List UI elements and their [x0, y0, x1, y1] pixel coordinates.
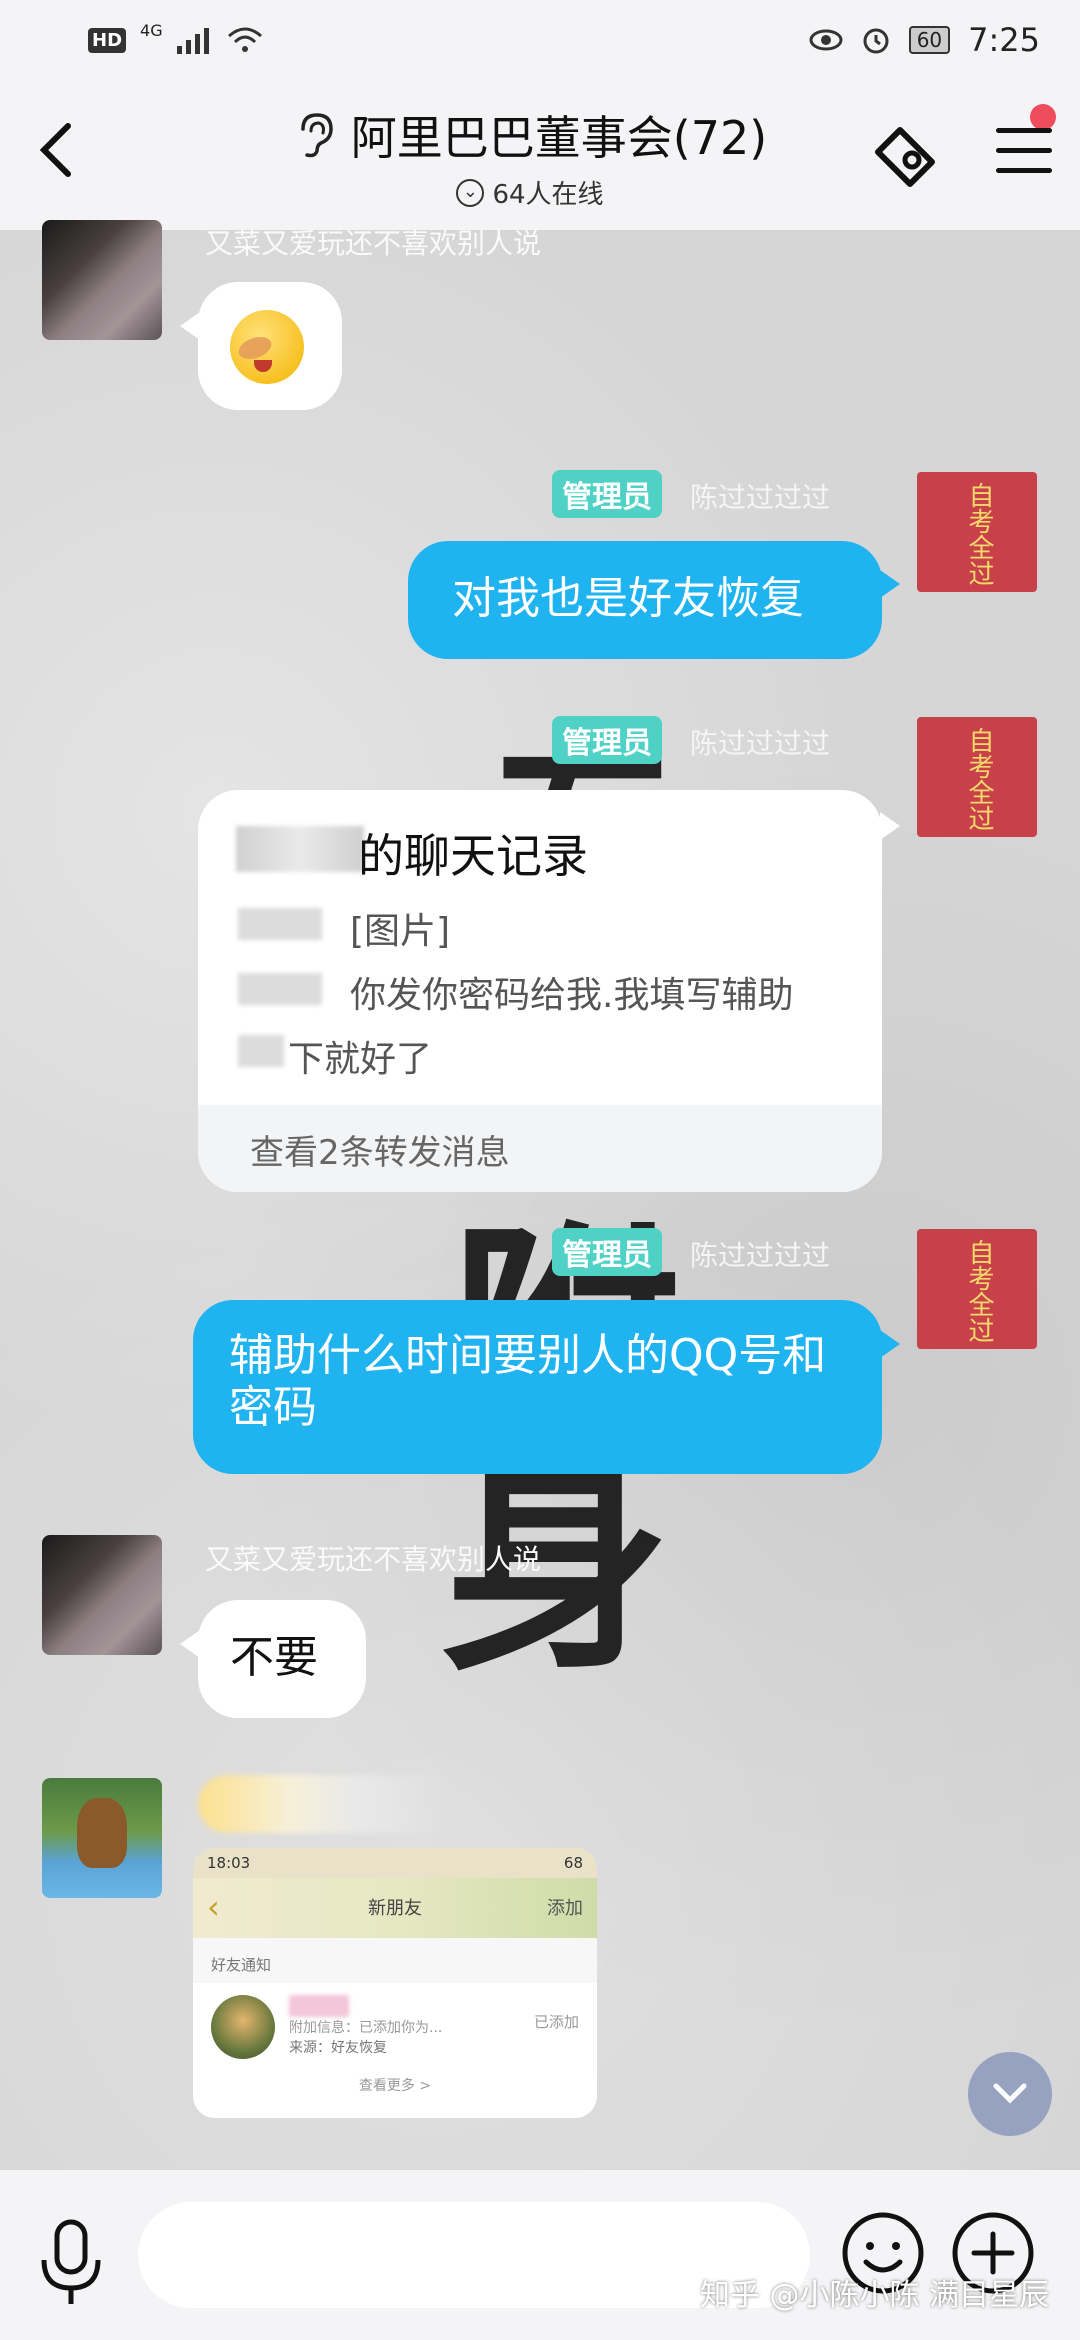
avatar[interactable]	[42, 1535, 162, 1655]
blurred-name	[238, 908, 322, 940]
online-count-row[interactable]: ⌄ 64人在线	[250, 174, 810, 211]
wifi-icon	[227, 27, 262, 52]
notification-dot	[1030, 104, 1056, 130]
record-footer[interactable]: 查看2条转发消息	[198, 1105, 882, 1192]
message-bubble[interactable]: 不要	[198, 1600, 366, 1718]
tag-icon[interactable]	[870, 122, 942, 194]
record-line: 你发你密码给我.我填写辅助	[350, 975, 794, 1016]
scroll-down-button[interactable]	[968, 2052, 1052, 2136]
blurred-name	[236, 826, 364, 872]
battery-indicator: 60	[908, 26, 951, 54]
chevron-down-icon: ⌄	[456, 178, 485, 207]
forwarded-record-card[interactable]: 的聊天记录 [图片] 你发你密码给我.我填写辅助 下就好了 查看2条转发消息	[198, 790, 882, 1192]
sender-name: 又菜又爱玩还不喜欢别人说	[205, 1543, 542, 1576]
back-arrow-icon[interactable]	[36, 120, 96, 190]
avatar[interactable]	[42, 220, 162, 340]
chevron-down-icon	[993, 2083, 1027, 2104]
screenshot-title: 新朋友	[368, 1898, 422, 1919]
eye-icon	[809, 29, 843, 51]
title-area[interactable]: 阿里巴巴董事会(72) ⌄ 64人在线	[250, 102, 810, 211]
admin-badge: 管理员	[552, 716, 662, 764]
screenshot-battery: 68	[563, 1854, 583, 1872]
admin-badge: 管理员	[552, 1228, 662, 1276]
admin-badge: 管理员	[552, 470, 662, 518]
screenshot-nav: ‹ 新朋友 添加	[193, 1878, 597, 1938]
screenshot-time: 18:03	[207, 1854, 251, 1872]
record-line: 下就好了	[288, 1039, 433, 1080]
screenshot-status: 已添加	[533, 2013, 579, 2031]
input-bar	[0, 2170, 1080, 2340]
sender-name: 陈过过过过	[690, 727, 831, 760]
message-bubble[interactable]: 对我也是好友恢复	[408, 541, 882, 659]
clock: 7:25	[968, 21, 1040, 59]
avatar[interactable]: 自考全过	[917, 1229, 1037, 1349]
record-line: [图片]	[350, 911, 451, 952]
sender-name: 陈过过过过	[690, 481, 831, 514]
bubble-tail	[880, 812, 900, 840]
microphone-icon[interactable]	[36, 2218, 106, 2308]
avatar[interactable]: 自考全过	[917, 717, 1037, 837]
hd-badge: HD	[88, 27, 127, 53]
screenshot-status-bar: 18:03 68	[193, 1848, 597, 1878]
bubble-tail	[880, 1330, 900, 1358]
screenshot-more: 查看更多 >	[358, 2078, 432, 2094]
screenshot-source: 来源：好友恢复	[289, 2040, 387, 2056]
page-title: 阿里巴巴董事会(72)	[350, 111, 768, 165]
sender-name: 又菜又爱玩还不喜欢别人说	[205, 227, 542, 260]
screenshot-section: 好友通知	[193, 1938, 597, 1983]
status-bar: HD 4G 60 7:25	[0, 0, 1080, 80]
blurred-name	[238, 973, 322, 1005]
laugh-cry-emoji-icon	[230, 310, 304, 384]
watermark: 知乎 @小陈小陈 满目星辰	[700, 2278, 1050, 2313]
alarm-icon	[863, 28, 889, 54]
blurred-name	[289, 1995, 349, 2017]
avatar[interactable]: 自考全过	[917, 472, 1037, 592]
ear-icon[interactable]	[293, 111, 337, 159]
screenshot-info: 附加信息：已添加你为...	[289, 2020, 443, 2036]
bubble-tail	[180, 1630, 200, 1658]
title-bar: 阿里巴巴董事会(72) ⌄ 64人在线	[0, 80, 1080, 230]
sender-name: 陈过过过过	[690, 1239, 831, 1272]
blurred-name	[238, 1035, 284, 1067]
message-bubble[interactable]: 辅助什么时间要别人的QQ号和密码	[193, 1300, 882, 1474]
status-right: 60 7:25	[809, 21, 1040, 59]
avatar[interactable]	[42, 1778, 162, 1898]
screenshot-action: 添加	[547, 1898, 583, 1919]
online-count: 64人在线	[492, 180, 604, 210]
signal-icon	[176, 28, 209, 54]
image-message[interactable]: 18:03 68 ‹ 新朋友 添加 好友通知 附加信息：已添加你为... 来源：…	[193, 1848, 597, 2118]
blurred-sender-name	[198, 1775, 458, 1833]
status-left: HD 4G	[88, 21, 263, 54]
menu-icon[interactable]	[996, 128, 1052, 188]
view-forwarded-link[interactable]: 查看2条转发消息	[250, 1125, 510, 1174]
record-title: 的聊天记录	[358, 829, 588, 883]
avatar	[211, 1995, 275, 2059]
bubble-tail	[180, 312, 200, 340]
network-label: 4G	[140, 20, 163, 40]
screenshot-row: 附加信息：已添加你为... 来源：好友恢复 已添加	[193, 1983, 597, 2067]
bubble-tail	[880, 570, 900, 598]
